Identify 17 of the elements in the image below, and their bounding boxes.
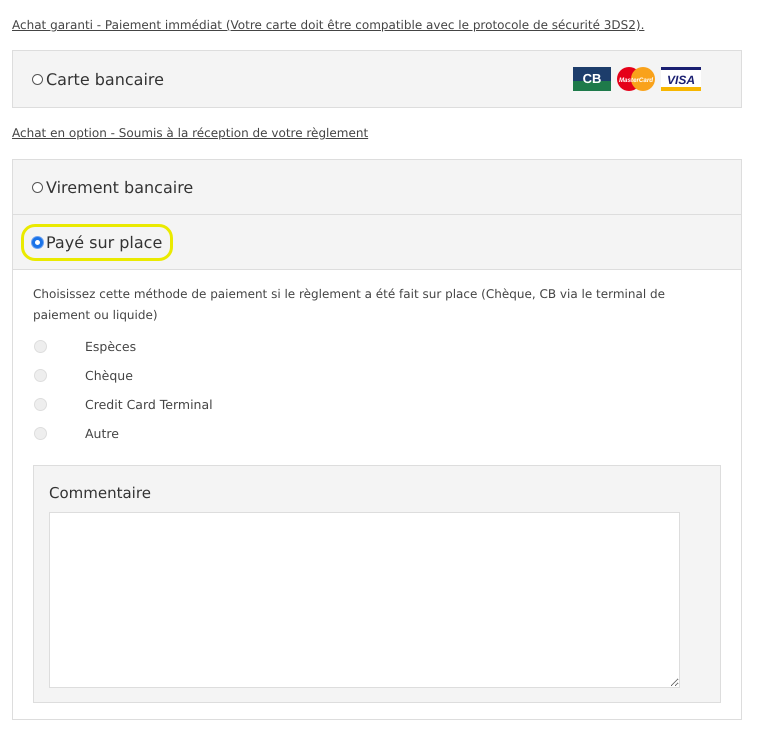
card-logo-icon: VISA xyxy=(661,67,701,91)
radio-button[interactable] xyxy=(32,182,43,192)
guaranteed-payment-link[interactable]: Achat garanti - Paiement immédiat (Votre carte doit être compatible avec le protocole de sécurité 3DS2). xyxy=(12,18,644,32)
option-label: Carte bancaire xyxy=(46,70,164,88)
radio-button[interactable] xyxy=(32,236,43,248)
choice-label: Credit Card Terminal xyxy=(84,397,213,412)
comment-label: Commentaire xyxy=(49,484,152,502)
option-label: Payé sur place xyxy=(46,232,162,252)
choice-label: Espèces xyxy=(84,339,136,354)
choice-label: Autre xyxy=(84,426,119,441)
choice-label: Chèque xyxy=(84,368,133,383)
radio-button[interactable] xyxy=(32,74,43,84)
optional-payment-link[interactable]: Achat en option - Soumis à la réception de votre règlement xyxy=(12,126,368,140)
description-text: Choisissez cette méthode de paiement si le règlement a été fait sur place (Chèque, CB via le terminal de paiement ou liquide) xyxy=(33,286,666,324)
option-label: Virement bancaire xyxy=(46,178,194,196)
card-logo-icon: CB xyxy=(573,67,611,91)
comment-field[interactable] xyxy=(49,512,680,688)
